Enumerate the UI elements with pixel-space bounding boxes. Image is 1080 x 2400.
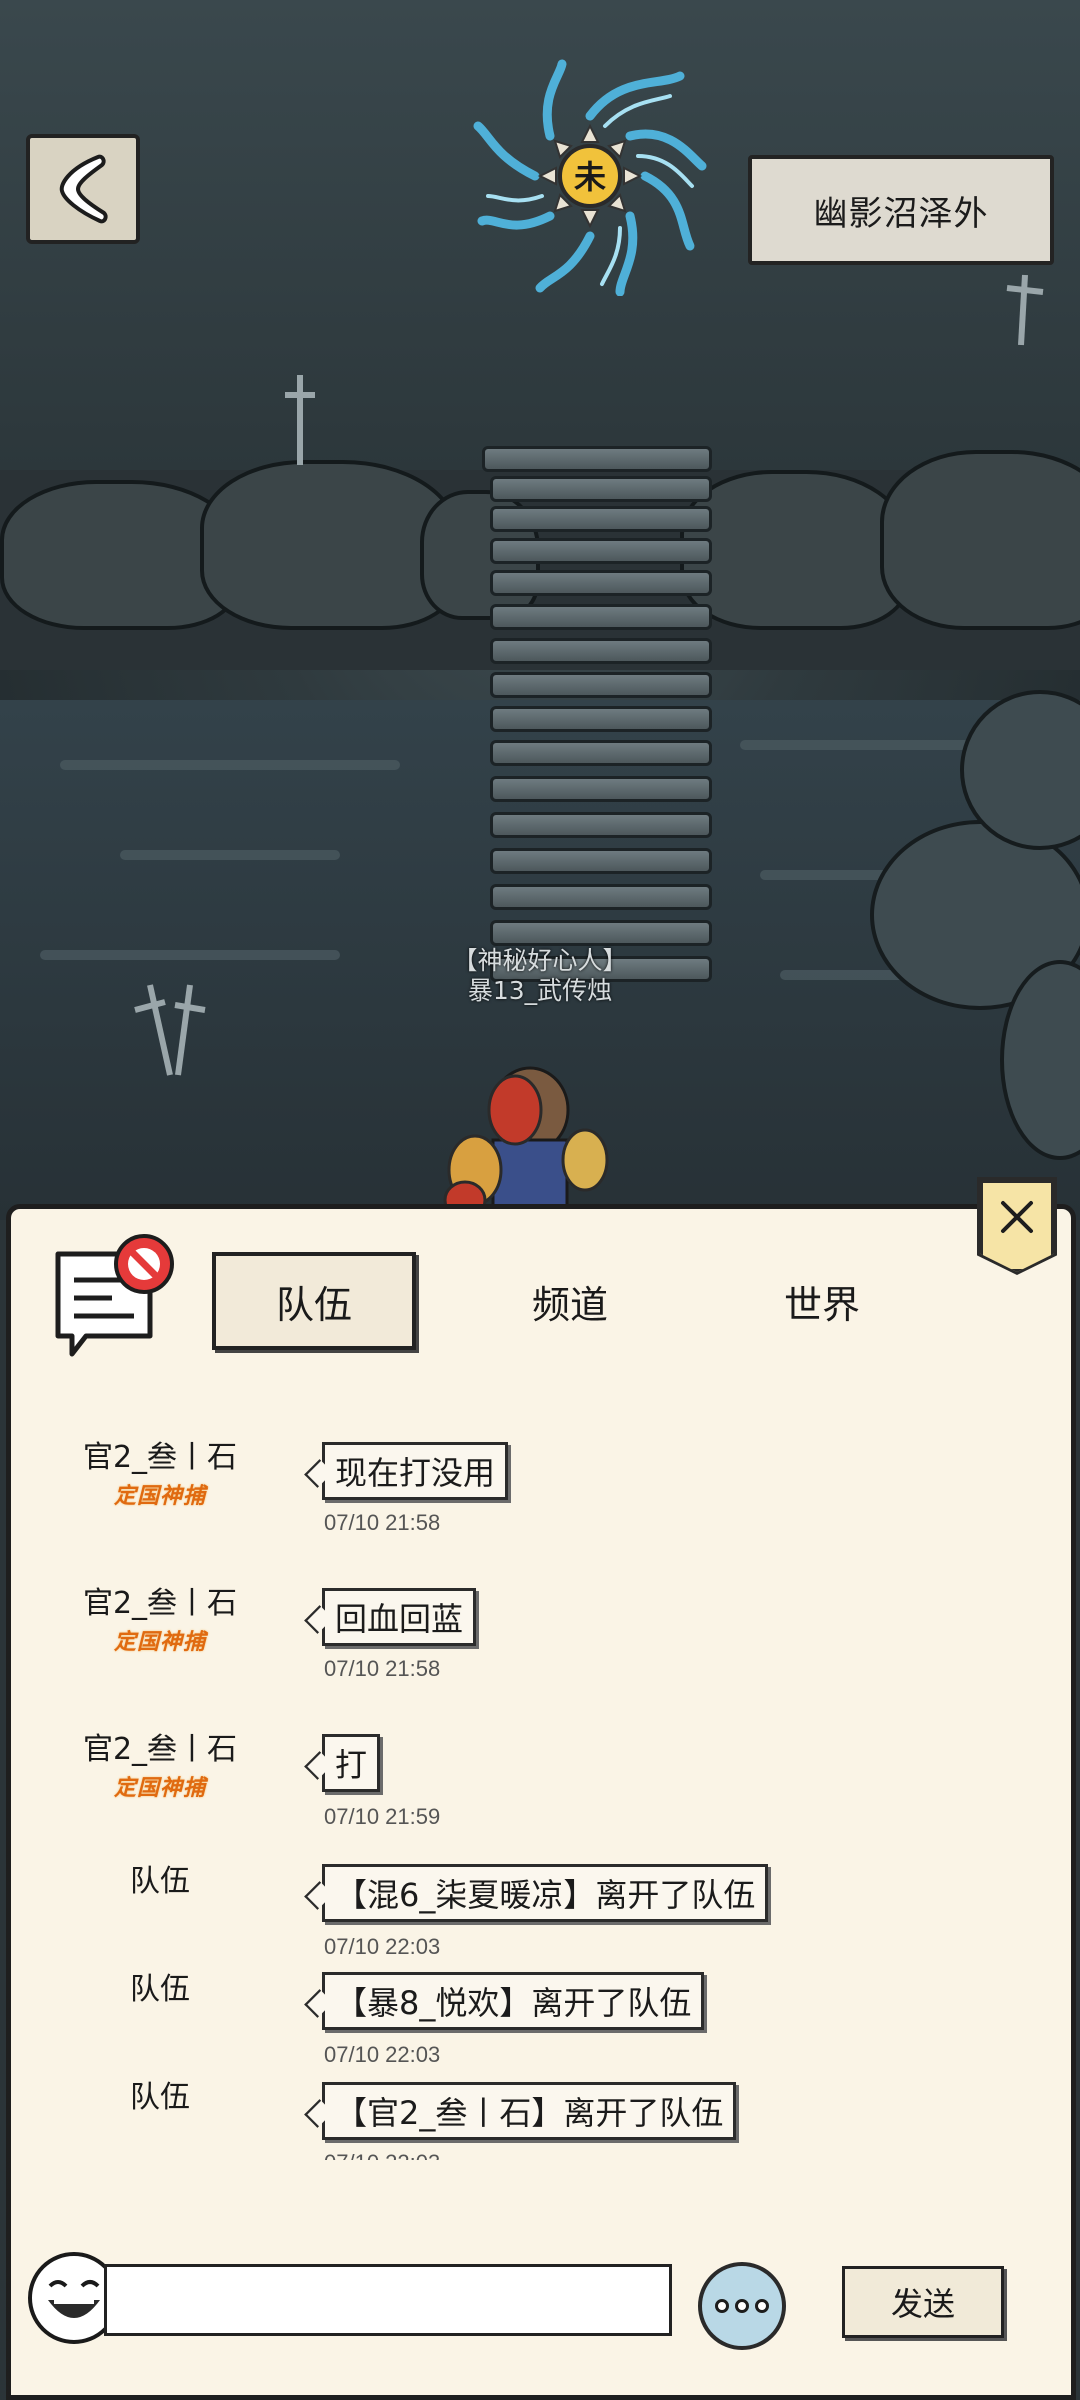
location-button[interactable]: 幽影沼泽外 [748, 155, 1054, 265]
tab-channel[interactable]: 频道 [470, 1252, 670, 1350]
npc-title: 【神秘好心人】 [452, 946, 628, 975]
tab-team[interactable]: 队伍 [212, 1252, 416, 1350]
message-time: 07/10 22:03 [324, 2150, 440, 2160]
tab-world[interactable]: 世界 [722, 1252, 922, 1350]
message-bubble: 现在打没用 [322, 1442, 509, 1500]
message-time: 07/10 21:58 [324, 1656, 441, 1681]
message-bubble: 回血回蓝 [322, 1588, 477, 1646]
message-sender: 队伍 [130, 1972, 190, 2007]
chat-panel [6, 1204, 1076, 2400]
sword-in-ground-icon [1006, 274, 1044, 346]
back-chevron-icon [59, 154, 108, 224]
message-bubble: 【官2_叁丨石】离开了队伍 [322, 2082, 737, 2140]
chat-block-icon[interactable] [52, 1232, 178, 1362]
message-bubble: 打 [322, 1734, 381, 1792]
sender-title-badge: 定国神捕 [113, 1630, 206, 1655]
message-sender: 队伍 [130, 2080, 190, 2115]
back-button[interactable] [26, 134, 140, 244]
sender-title-badge: 定国神捕 [113, 1484, 206, 1509]
location-label: 幽影沼泽外 [813, 193, 989, 234]
npc-nameplate[interactable]: 【神秘好心人】 暴13_武传烛 [430, 946, 650, 1006]
npc-name: 暴13_武传烛 [467, 976, 613, 1005]
message-bubble: 【暴8_悦欢】离开了队伍 [322, 1972, 705, 2030]
message-time: 07/10 21:58 [324, 1510, 441, 1535]
message-bubble: 【混6_柒夏暖凉】离开了队伍 [322, 1864, 769, 1922]
chat-input[interactable] [104, 2264, 672, 2336]
message-time: 07/10 22:03 [324, 1934, 441, 1959]
player-character[interactable] [435, 1040, 625, 1220]
message-sender[interactable]: 官2_叁丨石 [60, 1578, 260, 1622]
more-dots-icon [715, 2299, 729, 2313]
message-time: 07/10 22:03 [324, 2042, 441, 2067]
send-button[interactable]: 发送 [842, 2266, 1004, 2338]
sword-in-ground-icon [134, 984, 206, 1076]
close-chat-button[interactable] [980, 1180, 1054, 1272]
sender-title-badge: 定国神捕 [113, 1776, 206, 1801]
message-sender[interactable]: 官2_叁丨石 [60, 1432, 260, 1476]
message-sender: 队伍 [130, 1864, 190, 1899]
swirl-sun-icon: 未 [473, 59, 707, 297]
close-icon [1001, 1201, 1033, 1233]
sword-in-ground-icon [285, 375, 315, 465]
more-options-button[interactable] [698, 2262, 786, 2350]
time-glyph: 未 [574, 158, 606, 196]
time-of-day-emblem[interactable]: 未 [470, 56, 710, 297]
message-sender[interactable]: 官2_叁丨石 [60, 1724, 260, 1768]
message-time: 07/10 21:59 [324, 1804, 441, 1829]
